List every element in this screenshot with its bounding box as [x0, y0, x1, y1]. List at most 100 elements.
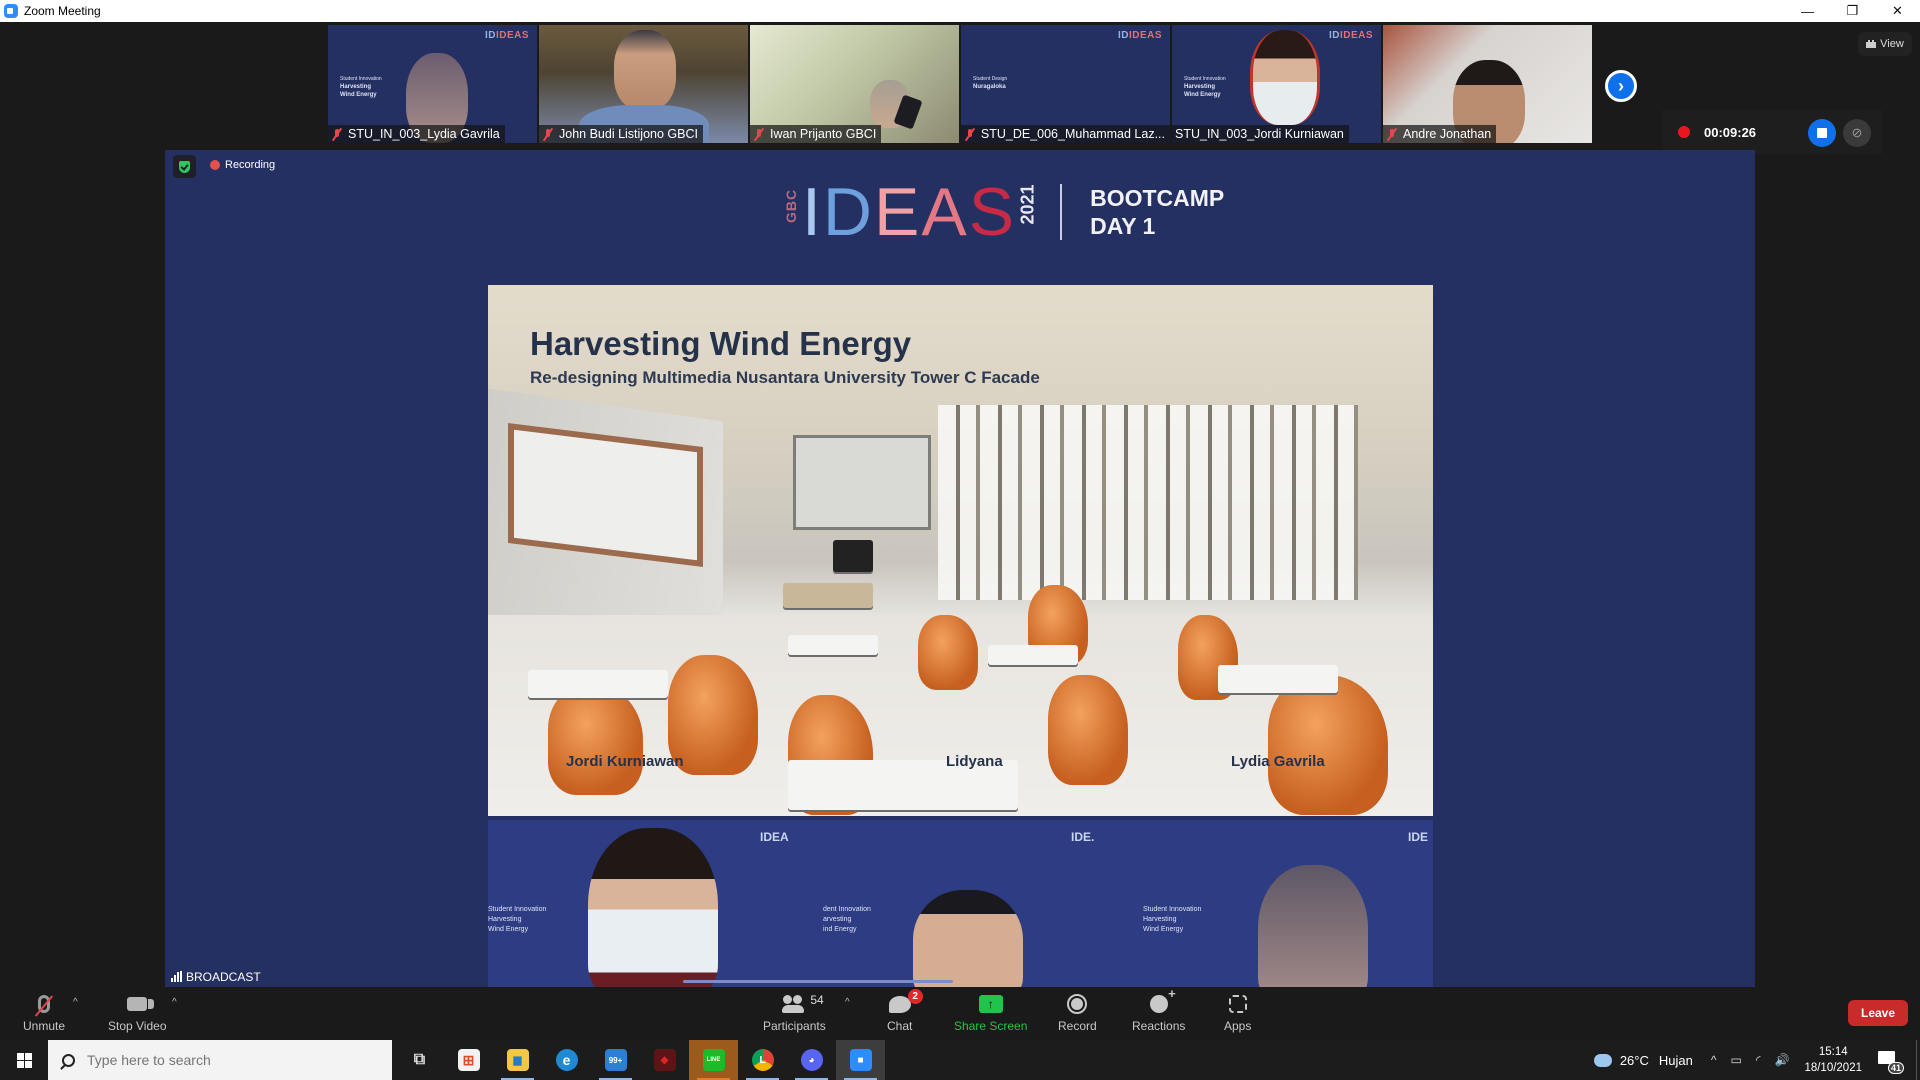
chair: [918, 615, 978, 690]
microphone-muted-icon: [38, 995, 51, 1013]
unmute-button[interactable]: Unmute: [23, 991, 65, 1033]
discord-icon: ◕: [800, 1049, 823, 1071]
record-button[interactable]: Record: [1058, 991, 1097, 1033]
start-button[interactable]: [0, 1040, 48, 1080]
mic-muted-icon: [964, 128, 976, 141]
mute-recording-button[interactable]: ⊘: [1843, 119, 1871, 147]
gallery-scrollbar[interactable]: [683, 980, 953, 983]
virtual-bg-caption: dent Innovation arvesting ind Energy: [823, 906, 871, 933]
share-screen-icon: ↑: [978, 995, 1003, 1013]
desk: [788, 635, 878, 655]
show-hidden-icons-chevron[interactable]: ^: [1711, 1053, 1717, 1067]
weather-cloud-icon: [1593, 1048, 1612, 1067]
smiley-plus-icon: [1149, 986, 1176, 1013]
mail-button[interactable]: 99+: [591, 1040, 640, 1080]
mic-muted-icon: [331, 128, 343, 141]
gallery-tile: IDEA Student Innovation Harvesting Wind En…: [488, 820, 803, 987]
participant-tile[interactable]: John Budi Listijono GBCI: [539, 25, 748, 143]
chrome-button[interactable]: L: [738, 1040, 787, 1080]
line-button[interactable]: LINE: [689, 1040, 738, 1080]
participant-tile[interactable]: IDIDEAS Student Design Nuragaloka STU_DE_…: [961, 25, 1170, 143]
gallery-tile: IDE Student Innovation Harvesting Wind Ene…: [1118, 820, 1433, 987]
apps-icon: [1228, 995, 1247, 1013]
participant-name: STU_DE_006_Muhammad Laz...: [980, 127, 1165, 141]
virtual-bg-caption: Student Innovation Harvesting Wind Energy: [1184, 76, 1226, 98]
reactions-button[interactable]: Reactions: [1132, 986, 1185, 1033]
recording-dot-icon: [210, 160, 220, 170]
record-icon: [1067, 994, 1088, 1014]
participant-name-label: Iwan Prijanto GBCI: [750, 125, 882, 143]
search-icon: [62, 1053, 75, 1067]
shield-check-icon: [179, 160, 190, 173]
battery-icon[interactable]: ▭: [1730, 1053, 1741, 1067]
windows-logo-icon: [16, 1052, 32, 1068]
clock-time: 15:14: [1818, 1046, 1848, 1058]
system-tray: 26°C Hujan ^ ▭ ◜ 🔊 15:14 18/10/2021 41: [1593, 1040, 1920, 1080]
day-label: DAY 1: [1090, 213, 1156, 239]
window-controls: — ❐ ✕: [1785, 0, 1920, 22]
slide-title: Harvesting Wind Energy: [530, 325, 912, 362]
security-badge[interactable]: [173, 155, 196, 178]
edge-button[interactable]: e: [542, 1040, 591, 1080]
game-app-button[interactable]: ◆: [640, 1040, 689, 1080]
chair: [548, 685, 643, 795]
virtual-bg-caption: Student Innovation Harvesting Wind Energy: [340, 76, 382, 98]
participant-tile[interactable]: IDIDEAS Student Innovation Harvesting Wind…: [328, 25, 537, 143]
grid-view-icon: [1866, 40, 1877, 48]
participant-video: [614, 30, 676, 110]
stop-recording-button[interactable]: [1808, 119, 1836, 147]
weather-temperature[interactable]: 26°C: [1620, 1053, 1649, 1068]
weather-condition[interactable]: Hujan: [1659, 1053, 1693, 1068]
logo-letter: A: [921, 174, 969, 250]
ideas-brand-mark: IDE.: [1071, 830, 1095, 844]
participants-options-caret[interactable]: ^: [845, 997, 850, 1008]
participant-name: John Budi Listijono GBCI: [559, 127, 698, 141]
chat-button[interactable]: 2 Chat: [887, 988, 923, 1033]
virtual-bg-caption: Student Innovation Harvesting Wind Energy: [488, 906, 547, 933]
task-view-button[interactable]: ⧉: [395, 1040, 444, 1080]
recording-status[interactable]: Recording: [210, 159, 275, 171]
participants-icon: 54: [782, 993, 824, 1013]
participant-tile[interactable]: Iwan Prijanto GBCI: [750, 25, 959, 143]
taskbar-search-input[interactable]: [87, 1052, 367, 1068]
line-icon: LINE: [702, 1049, 725, 1071]
participant-tile[interactable]: Andre Jonathan: [1383, 25, 1592, 143]
edge-icon: e: [555, 1049, 578, 1071]
audio-options-caret[interactable]: ^: [73, 997, 78, 1008]
share-screen-button[interactable]: ↑ Share Screen: [954, 991, 1027, 1033]
participant-name-label: STU_IN_003_Jordi Kurniawan: [1172, 125, 1349, 143]
participant-name: Iwan Prijanto GBCI: [770, 127, 877, 141]
taskbar-clock[interactable]: 15:14 18/10/2021: [1804, 1044, 1862, 1076]
minimize-button[interactable]: —: [1785, 0, 1830, 22]
restore-button[interactable]: ❐: [1830, 0, 1875, 22]
mic-muted-icon: [1386, 128, 1398, 141]
show-desktop-button[interactable]: [1916, 1040, 1920, 1080]
taskbar-search[interactable]: [48, 1040, 392, 1080]
leave-button[interactable]: Leave: [1848, 1000, 1908, 1026]
volume-icon[interactable]: 🔊: [1774, 1053, 1789, 1067]
bootcamp-label: BOOTCAMP: [1090, 185, 1225, 211]
microsoft-store-button[interactable]: ⊞: [444, 1040, 493, 1080]
action-center-button[interactable]: 41: [1876, 1049, 1904, 1074]
stop-video-button[interactable]: Stop Video: [108, 991, 167, 1033]
window-titlebar: Zoom Meeting — ❐ ✕: [0, 0, 1920, 22]
windows-taskbar: ⧉ ⊞ ▆ e 99+ ◆ LINE L ◕ ■ 26°C Hujan ^ ▭ …: [0, 1040, 1920, 1080]
file-explorer-button[interactable]: ▆: [493, 1040, 542, 1080]
zoom-taskbar-button[interactable]: ■: [836, 1040, 885, 1080]
video-options-caret[interactable]: ^: [172, 997, 177, 1008]
next-page-button[interactable]: ›: [1605, 70, 1637, 102]
participant-video: [1250, 30, 1320, 125]
close-button[interactable]: ✕: [1875, 0, 1920, 22]
clock-date: 18/10/2021: [1804, 1062, 1862, 1074]
discord-button[interactable]: ◕: [787, 1040, 836, 1080]
logo-divider: [1060, 184, 1063, 240]
participant-tile[interactable]: IDIDEAS Student Innovation Harvesting Wind…: [1172, 25, 1381, 143]
apps-label: Apps: [1224, 1019, 1252, 1033]
view-button[interactable]: View: [1858, 32, 1912, 56]
logo-ideas: IDEAS: [802, 177, 1016, 247]
slide-subtitle: Re-designing Multimedia Nusantara Univer…: [530, 368, 1040, 387]
wifi-icon[interactable]: ◜: [1756, 1053, 1761, 1067]
logo-gbc: GBC: [783, 188, 799, 223]
participants-button[interactable]: 54 Participants: [763, 991, 826, 1033]
apps-button[interactable]: Apps: [1224, 991, 1251, 1033]
